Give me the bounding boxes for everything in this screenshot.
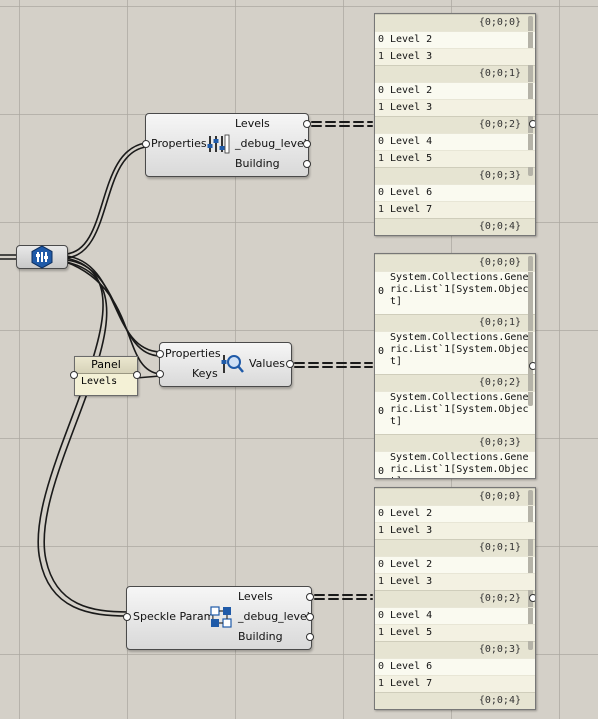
levels-output-port[interactable] bbox=[306, 593, 314, 601]
list-item: 0 System.Collections.Generic.List`1[Syste… bbox=[375, 271, 535, 314]
branch-path: {0;0;1} bbox=[375, 314, 535, 331]
branch-path: {0;0;2} bbox=[375, 374, 535, 391]
list-item: 1 Level 5 bbox=[375, 624, 535, 641]
panel-input-port[interactable] bbox=[70, 371, 78, 379]
debug-level-output-label: _debug_level bbox=[238, 610, 310, 623]
list-item: 0 Level 6 bbox=[375, 184, 535, 201]
speckle-param-input-port[interactable] bbox=[123, 613, 131, 621]
properties-input-port[interactable] bbox=[156, 350, 164, 358]
panel-output-port[interactable] bbox=[529, 120, 535, 128]
branch-path: {0;0;3} bbox=[375, 641, 535, 658]
properties-input-label: Properties bbox=[165, 347, 221, 360]
list-item: 0 System.Collections.Generic.List`1[Syste… bbox=[375, 451, 535, 478]
list-item: 1 Level 5 bbox=[375, 150, 535, 167]
list-item: 0 System.Collections.Generic.List`1[Syste… bbox=[375, 391, 535, 434]
levels-text-panel[interactable]: Panel Levels bbox=[70, 356, 141, 396]
panel-output-port[interactable] bbox=[529, 594, 535, 602]
levels-output-label: Levels bbox=[238, 590, 273, 603]
panel-content: Levels bbox=[81, 376, 118, 387]
branch-path: {0;0;2} bbox=[375, 116, 535, 133]
data-panel-top[interactable]: {0;0;0} 0 Level 2 1 Level 3 {0;0;1} 0 Level… bbox=[374, 13, 536, 236]
branch-path: {0;0;3} bbox=[375, 167, 535, 184]
speckle-param-input-label: Speckle Param bbox=[133, 610, 215, 623]
list-item: 1 Level 3 bbox=[375, 522, 535, 539]
building-output-label: Building bbox=[238, 630, 283, 643]
panel-title: Panel bbox=[75, 357, 137, 374]
branch-path: {0;0;0} bbox=[375, 254, 535, 271]
branch-path: {0;0;2} bbox=[375, 590, 535, 607]
debug-level-output-port[interactable] bbox=[306, 613, 314, 621]
list-item: 0 Level 2 bbox=[375, 31, 535, 48]
building-output-port[interactable] bbox=[303, 160, 311, 168]
keys-input-port[interactable] bbox=[156, 370, 164, 378]
list-item: 0 Level 6 bbox=[375, 658, 535, 675]
search-key-icon bbox=[221, 355, 244, 373]
values-output-port[interactable] bbox=[286, 360, 294, 368]
list-item: 1 Level 7 bbox=[375, 675, 535, 692]
branch-path: {0;0;1} bbox=[375, 539, 535, 556]
branch-path: {0;0;4} bbox=[375, 692, 535, 709]
list-item: 0 Level 4 bbox=[375, 133, 535, 150]
branch-path: {0;0;3} bbox=[375, 434, 535, 451]
expand-properties-component[interactable]: Properties Levels _debug_level Building bbox=[142, 113, 311, 177]
building-output-port[interactable] bbox=[306, 633, 314, 641]
speckle-param-component[interactable]: Speckle Param Levels _debug_level Buildi… bbox=[123, 586, 314, 650]
levels-output-port[interactable] bbox=[303, 120, 311, 128]
building-output-label: Building bbox=[235, 157, 280, 170]
speckle-properties-icon bbox=[207, 134, 230, 154]
list-item: 1 Level 3 bbox=[375, 99, 535, 116]
values-output-label: Values bbox=[249, 357, 285, 370]
list-item: 1 Level 3 bbox=[375, 48, 535, 65]
branch-path: {0;0;1} bbox=[375, 65, 535, 82]
data-panel-bottom[interactable]: {0;0;0} 0 Level 2 1 Level 3 {0;0;1} 0 Level… bbox=[374, 487, 536, 710]
panel-output-port[interactable] bbox=[529, 362, 535, 370]
levels-output-label: Levels bbox=[235, 117, 270, 130]
keys-input-label: Keys bbox=[192, 367, 218, 380]
list-item: 1 Level 7 bbox=[375, 201, 535, 218]
list-item: 0 Level 2 bbox=[375, 82, 535, 99]
properties-input-label: Properties bbox=[151, 137, 207, 150]
branch-path: {0;0;0} bbox=[375, 488, 535, 505]
list-item: 0 Level 2 bbox=[375, 556, 535, 573]
speckle-param-icon bbox=[210, 606, 232, 628]
list-item: 1 Level 3 bbox=[375, 573, 535, 590]
branch-path: {0;0;0} bbox=[375, 14, 535, 31]
list-item: 0 Level 4 bbox=[375, 607, 535, 624]
speckle-hub-icon bbox=[31, 245, 53, 269]
panel-output-port[interactable] bbox=[133, 371, 141, 379]
debug-level-output-port[interactable] bbox=[303, 140, 311, 148]
list-item: 0 System.Collections.Generic.List`1[Syste… bbox=[375, 331, 535, 374]
data-panel-middle[interactable]: {0;0;0} 0 System.Collections.Generic.List… bbox=[374, 253, 536, 479]
debug-level-output-label: _debug_level bbox=[235, 137, 307, 150]
value-by-key-component[interactable]: Properties Keys Values bbox=[156, 342, 294, 387]
speckle-hub-component[interactable] bbox=[16, 245, 68, 269]
branch-path: {0;0;4} bbox=[375, 218, 535, 235]
list-item: 0 Level 2 bbox=[375, 505, 535, 522]
properties-input-port[interactable] bbox=[142, 140, 150, 148]
